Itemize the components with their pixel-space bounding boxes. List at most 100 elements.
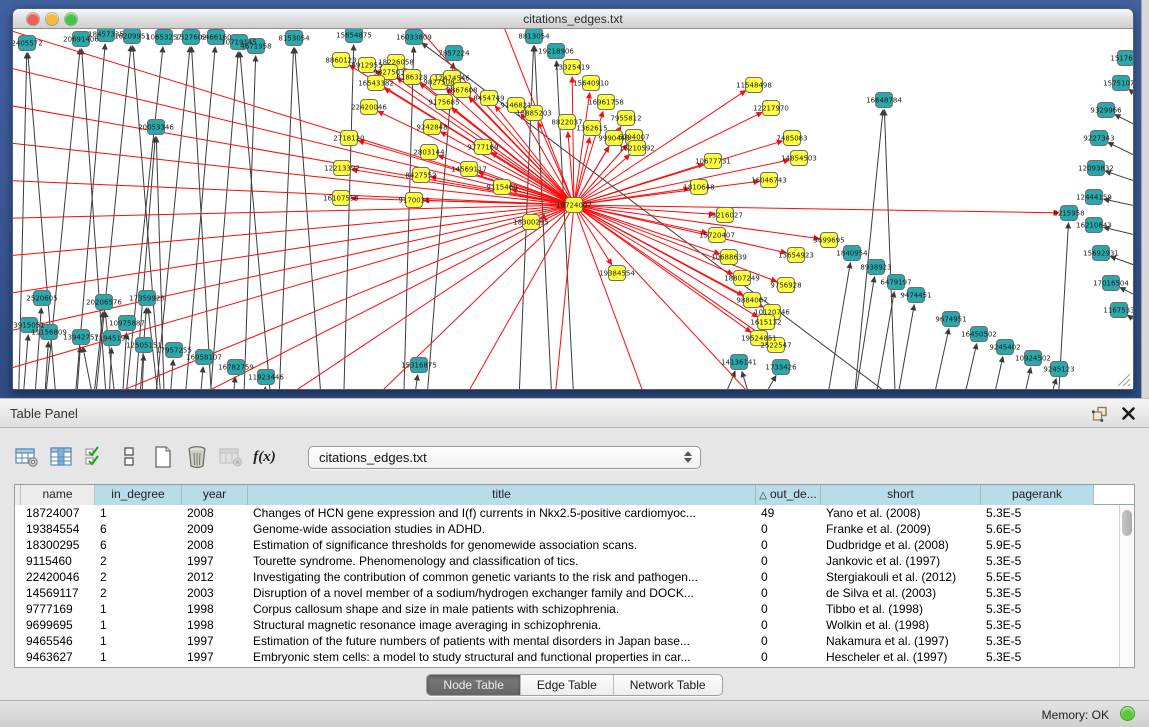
table-select-value: citations_edges.txt xyxy=(309,450,427,465)
table-select-dropdown[interactable]: citations_edges.txt xyxy=(308,446,701,469)
float-window-icon[interactable] xyxy=(1092,406,1109,422)
table-cell: 5.3E-5 xyxy=(981,649,1094,665)
table-row[interactable]: 1938455462009Genome-wide association stu… xyxy=(15,521,1119,537)
graph-node-label: 10924502 xyxy=(1015,355,1051,363)
column-header-in-degree[interactable]: in_degree xyxy=(95,485,182,505)
table-cell: 1 xyxy=(95,505,182,521)
table-cell: Tibbo et al. (1998) xyxy=(821,601,981,617)
graph-node-label: 15751074 xyxy=(1103,80,1133,88)
resize-grip-icon[interactable] xyxy=(1115,371,1131,387)
graph-node-label: 12444159 xyxy=(1076,194,1112,202)
graph-node-label: 16033809 xyxy=(396,34,432,42)
column-header-title[interactable]: title xyxy=(248,485,756,505)
table-cell: Yano et al. (2008) xyxy=(821,505,981,521)
graph-node-label: 15640910 xyxy=(573,80,609,88)
column-header-pagerank[interactable]: pagerank xyxy=(981,485,1094,505)
scrollbar-thumb[interactable] xyxy=(1122,510,1132,536)
network-view-window: citations_edges.txt 18724007183002958860… xyxy=(12,8,1134,390)
graph-node-label: 2405572 xyxy=(13,40,43,48)
table-cell: Changes of HCN gene expression and I(f) … xyxy=(248,505,756,521)
table-cell: 1997 xyxy=(182,553,248,569)
table-cell: 9465546 xyxy=(21,633,95,649)
table-cell: 9115460 xyxy=(21,553,95,569)
graph-node-label: 8153054 xyxy=(278,35,310,43)
table-row[interactable]: 1830029562008Estimation of significance … xyxy=(15,537,1119,553)
sort-ascending-icon: △ xyxy=(759,490,767,501)
graph-node-label: 9756928 xyxy=(770,282,801,290)
table-settings-icon[interactable] xyxy=(14,445,39,470)
table-cell: 5.3E-5 xyxy=(981,601,1094,617)
table-row[interactable]: 946362711997Embryonic stem cells: a mode… xyxy=(15,649,1119,665)
table-cell: Wolkin et al. (1998) xyxy=(821,617,981,633)
table-row[interactable]: 977716911998Corpus callosum shape and si… xyxy=(15,601,1119,617)
tab-network-table[interactable]: Network Table xyxy=(614,675,722,695)
background-panel-edge xyxy=(1141,0,1149,398)
graph-node-label: 9175685 xyxy=(428,99,459,107)
graph-node-label: 10677731 xyxy=(695,158,731,166)
graph-node-label: 12474546 xyxy=(434,75,470,83)
delete-table-icon[interactable] xyxy=(184,445,209,470)
citation-network-graph[interactable]: 1872400718300295886012389129551822605898… xyxy=(13,29,1133,389)
table-cell: 2 xyxy=(95,585,182,601)
graph-node-label: 11548498 xyxy=(736,82,772,90)
graph-node-label: 1362615 xyxy=(576,125,607,133)
table-cell: 2008 xyxy=(182,505,248,521)
graph-node-label: 10120746 xyxy=(754,309,790,317)
graph-node-label: 8427552 xyxy=(405,172,436,180)
table-cell: 18724007 xyxy=(21,505,95,521)
graph-node-label: 10975887 xyxy=(109,320,145,328)
graph-node-label: 19384554 xyxy=(599,270,635,278)
table-cell: Jankovic et al. (1997) xyxy=(821,553,981,569)
column-header-out-de-[interactable]: △out_de... xyxy=(756,485,821,505)
graph-node-label: 13216027 xyxy=(707,212,743,220)
row-height-icon[interactable] xyxy=(116,445,141,470)
table-cell: 18300295 xyxy=(21,537,95,553)
table-cell: Dudbridge et al. (2008) xyxy=(821,537,981,553)
table-row[interactable]: 969969511998Structural magnetic resonanc… xyxy=(15,617,1119,633)
graph-node-label: 16543382 xyxy=(358,80,394,88)
memory-ok-indicator[interactable] xyxy=(1120,706,1135,721)
table-cell: 1 xyxy=(95,601,182,617)
graph-node-label: 10688639 xyxy=(711,254,747,262)
graph-node-label: 9884067 xyxy=(736,297,767,305)
graph-node-label: 19218906 xyxy=(538,48,574,56)
new-table-icon[interactable] xyxy=(150,445,175,470)
node-table: namein_degreeyeartitle△out_de...shortpag… xyxy=(14,484,1135,668)
graph-node-label: 7485083 xyxy=(776,135,807,143)
table-row[interactable]: 911546021997Tourette syndrome. Phenomeno… xyxy=(15,553,1119,569)
table-cell: 5.3E-5 xyxy=(981,553,1094,569)
tab-edge-table[interactable]: Edge Table xyxy=(521,675,614,695)
network-canvas[interactable]: 1872400718300295886012389129551822605898… xyxy=(13,29,1133,389)
graph-node-label: 1167533 xyxy=(1103,307,1133,315)
graph-node-label: 1517602 xyxy=(1110,55,1133,63)
table-header-row: namein_degreeyeartitle△out_de...shortpag… xyxy=(15,485,1134,505)
graph-node-label: 13654923 xyxy=(778,252,814,260)
column-header-short[interactable]: short xyxy=(821,485,981,505)
table-row[interactable]: 1872400712008Changes of HCN gene express… xyxy=(15,505,1119,521)
graph-node-label: 9777169 xyxy=(467,144,498,152)
column-header-name[interactable]: name xyxy=(21,485,95,505)
table-toolbar: f(x) citations_edges.txt xyxy=(14,442,701,472)
toggle-columns-icon[interactable] xyxy=(48,445,73,470)
vertical-scrollbar[interactable] xyxy=(1119,505,1134,667)
graph-node-label: 12213392 xyxy=(324,165,360,173)
table-row[interactable]: 1456911722003Disruption of a novel membe… xyxy=(15,585,1119,601)
table-row[interactable]: 2242004622012Investigating the contribut… xyxy=(15,569,1119,585)
table-cell: 1997 xyxy=(182,633,248,649)
table-tabs: Node TableEdge TableNetwork Table xyxy=(0,674,1149,696)
table-row[interactable]: 946554611997Estimation of the future num… xyxy=(15,633,1119,649)
table-cell: Estimation of the future numbers of pati… xyxy=(248,633,756,649)
graph-node-label: 20053346 xyxy=(138,124,174,132)
column-header-year[interactable]: year xyxy=(182,485,248,505)
graph-node-label: 18807249 xyxy=(724,275,760,283)
table-cell: 0 xyxy=(756,553,821,569)
function-builder-icon[interactable]: f(x) xyxy=(252,445,277,470)
graph-node-label: 1810648 xyxy=(683,184,714,192)
select-rows-icon[interactable] xyxy=(82,445,107,470)
tab-node-table[interactable]: Node Table xyxy=(427,675,521,695)
window-titlebar[interactable]: citations_edges.txt xyxy=(13,9,1133,29)
close-panel-icon[interactable] xyxy=(1121,406,1136,421)
table-cell: 5.3E-5 xyxy=(981,505,1094,521)
status-bar: Memory: OK xyxy=(0,700,1149,727)
table-cell: 0 xyxy=(756,649,821,665)
